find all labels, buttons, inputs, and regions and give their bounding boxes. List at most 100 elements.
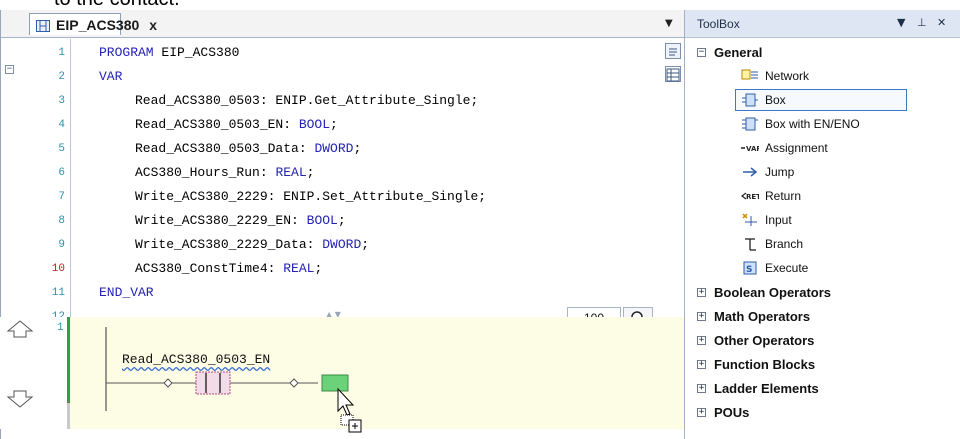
jump-icon [741, 164, 759, 180]
tabular-view-icon[interactable] [665, 66, 681, 82]
expand-icon[interactable]: + [697, 311, 706, 321]
group-label: Math Operators [714, 308, 811, 324]
textual-view-icon[interactable] [665, 43, 681, 59]
group-label: Boolean Operators [714, 284, 832, 300]
toolbox-tree: − General Network Box Box with EN/ENO VAR As… [685, 40, 960, 424]
expand-icon[interactable]: + [697, 383, 706, 393]
code-line[interactable]: VAR [99, 65, 486, 89]
tab-label: EIP_ACS380 [56, 16, 140, 33]
tool-item-assignment[interactable]: VAR Assignment [685, 136, 960, 160]
code-line[interactable]: PROGRAM EIP_ACS380 [99, 41, 486, 65]
group-math-operators[interactable]: + Math Operators [685, 304, 960, 328]
group-label: POUs [714, 404, 750, 420]
collapse-icon[interactable]: − [697, 47, 706, 57]
line-number: 5 [58, 143, 65, 155]
tool-item-box[interactable]: Box [685, 88, 960, 112]
tool-item-label: Jump [765, 165, 795, 179]
input-icon [741, 212, 759, 228]
tool-item-label: Return [765, 189, 802, 203]
tool-item-label: Execute [765, 261, 809, 275]
line-number: 11 [51, 287, 65, 299]
expand-icon[interactable]: + [697, 359, 706, 369]
group-other-operators[interactable]: + Other Operators [685, 328, 960, 352]
line-number: 3 [58, 95, 65, 107]
expand-icon[interactable]: + [697, 335, 706, 345]
tab-eip-acs380[interactable]: EIP_ACS380 x [29, 13, 157, 35]
tool-item-input[interactable]: Input [685, 208, 960, 232]
tool-item-label: Box [765, 93, 786, 107]
return-icon: RET [741, 188, 761, 204]
tool-item-network[interactable]: Network [685, 64, 960, 88]
group-function-blocks[interactable]: + Function Blocks [685, 352, 960, 376]
close-icon[interactable]: ✕ [937, 16, 946, 29]
scroll-down-icon[interactable] [6, 390, 34, 408]
group-label: Ladder Elements [714, 380, 819, 396]
window-menu-icon[interactable]: ▼ [897, 16, 905, 29]
network-icon [741, 68, 759, 84]
pin-icon[interactable]: ⊥ [917, 16, 927, 29]
line-number: 1 [58, 47, 65, 59]
expand-icon[interactable]: + [697, 407, 706, 417]
code-line[interactable]: Write_ACS380_2229: ENIP.Set_Attribute_Si… [99, 185, 486, 209]
drop-target-box[interactable] [321, 374, 349, 392]
tool-item-label: Assignment [765, 141, 828, 155]
code-line[interactable]: Read_ACS380_0503_Data: DWORD; [99, 137, 486, 161]
declaration-editor[interactable]: − 123456789101112 PROGRAM EIP_ACS380VARR… [1, 39, 685, 329]
code-line[interactable]: Read_ACS380_0503: ENIP.Get_Attribute_Sin… [99, 89, 486, 113]
code-line[interactable]: END_VAR [99, 281, 486, 305]
tool-item-execute[interactable]: S Execute [685, 256, 960, 280]
line-number: 10 [51, 263, 65, 275]
group-label: Function Blocks [714, 356, 816, 372]
svg-text:VAR: VAR [746, 145, 759, 153]
svg-text:RET: RET [746, 193, 759, 201]
close-icon[interactable]: x [149, 17, 157, 33]
tool-item-return[interactable]: RET Return [685, 184, 960, 208]
ladder-diagram [6, 320, 362, 433]
group-general[interactable]: − General [685, 40, 960, 64]
tool-item-jump[interactable]: Jump [685, 160, 960, 184]
scroll-up-icon[interactable] [6, 320, 34, 338]
group-boolean-operators[interactable]: + Boolean Operators [685, 280, 960, 304]
fold-collapse-icon[interactable]: − [5, 65, 14, 74]
svg-text:S: S [746, 265, 752, 275]
code-line[interactable]: ACS380_Hours_Run: REAL; [99, 161, 486, 185]
contact-variable-label[interactable]: Read_ACS380_0503_EN [122, 352, 270, 367]
line-number: 2 [58, 71, 65, 83]
line-number: 4 [58, 119, 65, 131]
ladder-program-icon [36, 18, 50, 32]
code-line[interactable]: Write_ACS380_2229_EN: BOOL; [99, 209, 486, 233]
tool-item-label: Input [765, 213, 792, 227]
assignment-icon: VAR [741, 140, 762, 156]
group-ladder-elements[interactable]: + Ladder Elements [685, 376, 960, 400]
line-numbers: 123456789101112 [37, 41, 69, 329]
selection-highlight [735, 89, 907, 111]
line-number: 6 [58, 167, 65, 179]
group-pous[interactable]: + POUs [685, 400, 960, 424]
line-number: 7 [58, 191, 65, 203]
code-lines[interactable]: PROGRAM EIP_ACS380 VAR Read_ACS380_0503: E… [99, 41, 486, 329]
tab-dropdown-icon[interactable]: ▼ [665, 18, 673, 29]
tool-item-branch[interactable]: Branch [685, 232, 960, 256]
tool-item-label: Box with EN/ENO [765, 117, 860, 131]
expand-icon[interactable]: + [697, 287, 706, 297]
box-icon [741, 92, 759, 108]
toolbox-title-bar: ToolBox ▼ ⊥ ✕ [685, 10, 960, 38]
line-number: 9 [58, 239, 65, 251]
tool-item-box-with-en-eno[interactable]: Box with EN/ENO [685, 112, 960, 136]
contact-element[interactable] [195, 371, 231, 395]
tool-item-label: Branch [765, 237, 804, 251]
gutter-divider [70, 39, 71, 321]
toolbox-title: ToolBox [697, 16, 740, 31]
branch-icon [741, 236, 759, 252]
code-line[interactable]: Read_ACS380_0503_EN: BOOL; [99, 113, 486, 137]
code-line[interactable]: ACS380_ConstTime4: REAL; [99, 257, 486, 281]
drag-cursor-icon [337, 387, 362, 433]
box-en-eno-icon [741, 116, 759, 132]
document-tab-bar: EIP_ACS380 x ▼ [1, 10, 685, 38]
group-label: Other Operators [714, 332, 815, 348]
view-toggle-icons [665, 43, 683, 89]
toolbox-pane: ToolBox ▼ ⊥ ✕ − General Network Box Box wi… [684, 10, 960, 439]
tool-item-label: Network [765, 69, 810, 83]
code-line[interactable]: Write_ACS380_2229_Data: DWORD; [99, 233, 486, 257]
group-label: General [714, 44, 763, 60]
